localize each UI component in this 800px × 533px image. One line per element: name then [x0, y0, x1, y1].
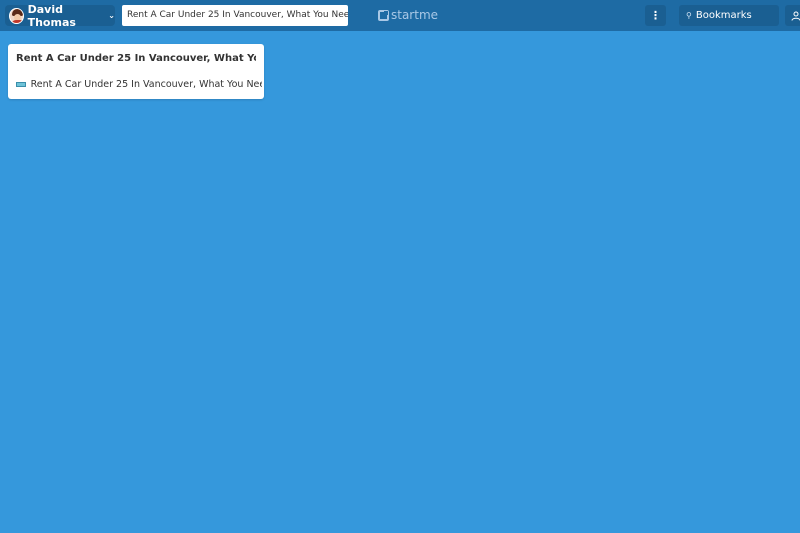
- bookmark-widget: Rent A Car Under 25 In Vancouver, What Y…: [8, 44, 264, 99]
- top-bar: David Thomas ⌄ Rent A Car Under 25 In Va…: [0, 0, 800, 31]
- more-vertical-icon: ⋮: [650, 9, 661, 22]
- chevron-down-icon: ⌄: [108, 11, 115, 20]
- search-icon: ⚲: [686, 11, 692, 20]
- account-button[interactable]: [785, 5, 800, 26]
- logo-icon: [378, 9, 389, 21]
- user-name: David Thomas: [27, 2, 76, 29]
- bookmark-search-input[interactable]: ⚲ Bookmarks: [679, 5, 779, 26]
- user-menu-button[interactable]: David Thomas ⌄: [5, 2, 115, 29]
- avatar: [9, 7, 24, 24]
- more-options-button[interactable]: ⋮: [645, 5, 666, 26]
- bookmark-link[interactable]: Rent A Car Under 25 In Vancouver, What Y…: [16, 77, 262, 91]
- logo-text: startme: [391, 8, 439, 22]
- page-title-input[interactable]: Rent A Car Under 25 In Vancouver, What Y…: [122, 5, 348, 26]
- startme-logo[interactable]: startme: [378, 8, 438, 22]
- user-icon: [791, 11, 800, 21]
- bookmark-label: Rent A Car Under 25 In Vancouver, What Y…: [30, 78, 262, 90]
- widget-title[interactable]: Rent A Car Under 25 In Vancouver, What Y…: [16, 53, 256, 64]
- site-favicon-icon: [16, 81, 26, 87]
- search-placeholder: Bookmarks: [695, 10, 752, 21]
